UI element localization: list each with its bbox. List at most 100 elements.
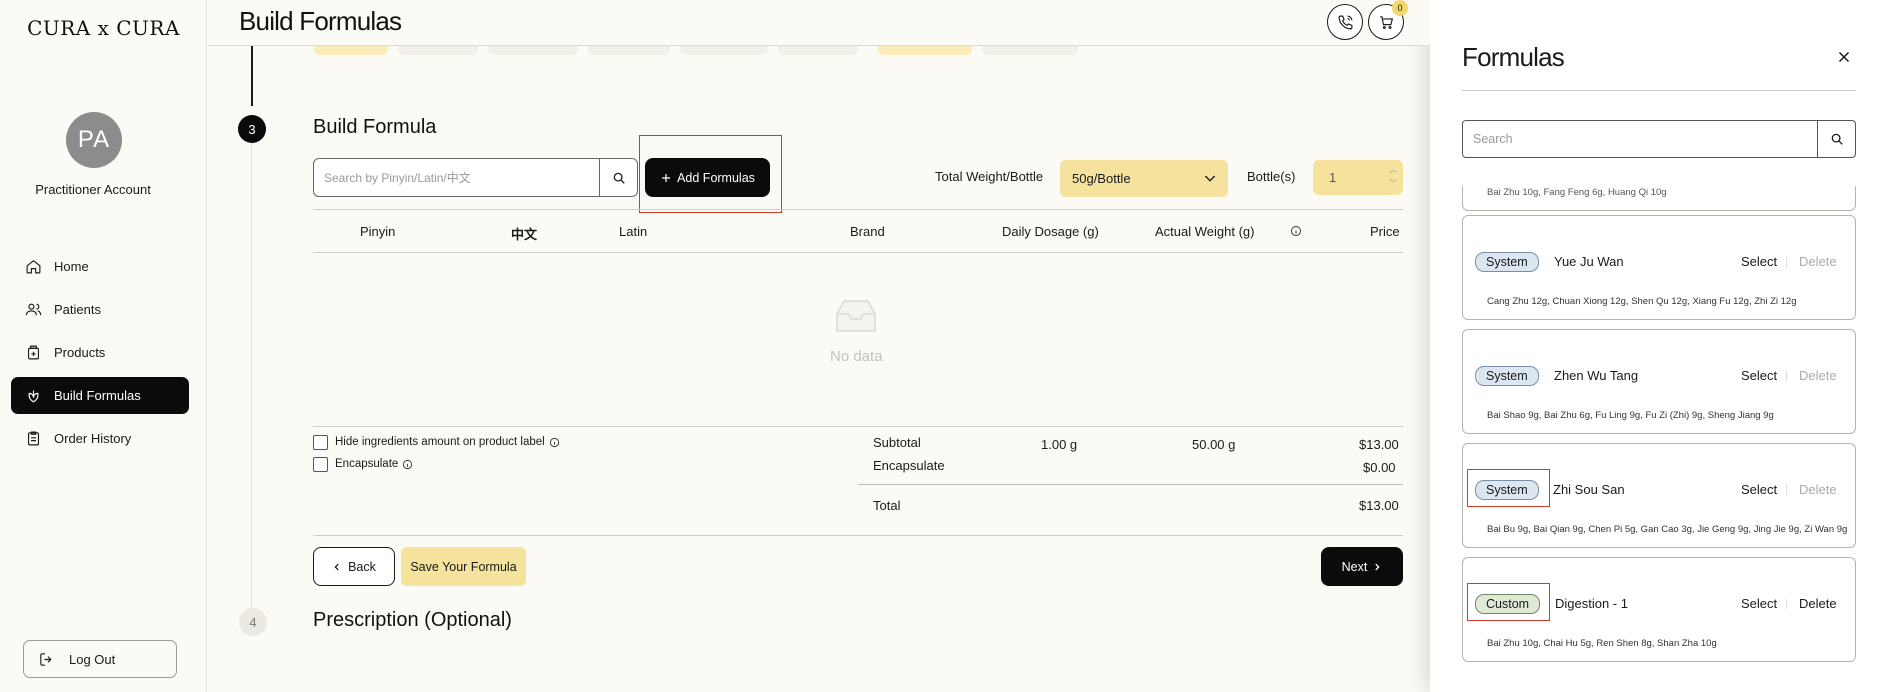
sidebar-item-label: Build Formulas: [54, 388, 141, 403]
avatar[interactable]: PA: [66, 112, 122, 168]
total-price: $13.00: [1359, 498, 1399, 513]
sidebar: CURA x CURA PA Practitioner Account Home…: [0, 0, 207, 692]
encapsulate-price: $0.00: [1363, 460, 1396, 475]
herb-search: [313, 158, 638, 197]
delete-button[interactable]: Delete: [1799, 254, 1837, 269]
close-icon[interactable]: [1835, 48, 1853, 66]
subtotal-dosage: 1.00 g: [1041, 437, 1078, 452]
formula-list[interactable]: Bai Zhu 10g, Fang Feng 6g, Huang Qi 10g …: [1462, 186, 1858, 666]
search-icon: [1831, 133, 1843, 145]
top-bar: Build Formulas 0: [208, 0, 1430, 46]
bottles-value: 1: [1329, 170, 1337, 185]
chevron-down-icon: [1204, 175, 1216, 182]
home-icon: [26, 260, 41, 274]
empty-inbox-icon: [836, 300, 876, 332]
delete-button[interactable]: Delete: [1799, 368, 1837, 383]
info-icon[interactable]: [549, 437, 560, 448]
add-formulas-label: Add Formulas: [677, 170, 755, 185]
encapsulate-checkbox[interactable]: [313, 456, 328, 472]
formula-search-button[interactable]: [1817, 121, 1855, 157]
prescription-section-title[interactable]: Prescription (Optional): [313, 609, 512, 632]
bottles-stepper[interactable]: 1 ︿ ﹀: [1313, 160, 1403, 195]
next-label: Next: [1341, 559, 1368, 574]
hide-ingredients-option: Hide ingredients amount on product label: [313, 434, 560, 450]
sidebar-item-label: Products: [54, 345, 106, 360]
select-button[interactable]: Select: [1741, 596, 1777, 611]
formula-search-input[interactable]: [1473, 121, 1813, 157]
main-content: Build Formulas 0 3 Build Formula Add For…: [208, 0, 1430, 692]
hide-ingredients-label: Hide ingredients amount on product label: [335, 436, 545, 448]
sidebar-item-build-formulas[interactable]: Build Formulas: [11, 377, 189, 414]
timeline-connector: [251, 142, 252, 612]
formula-type-badge: System: [1475, 252, 1539, 272]
back-label: Back: [348, 559, 376, 574]
info-icon[interactable]: [1290, 225, 1302, 237]
divider: [313, 535, 1403, 536]
sidebar-item-label: Home: [54, 259, 89, 274]
total-weight-label: Total Weight/Bottle: [935, 169, 1044, 184]
subtotal-label: Subtotal: [873, 435, 921, 450]
formula-card: Bai Zhu 10g, Fang Feng 6g, Huang Qi 10g: [1462, 186, 1856, 211]
formula-card: System Yue Ju Wan Select | Delete Cang Z…: [1462, 215, 1856, 320]
column-header: Actual Weight (g): [1155, 224, 1255, 239]
sidebar-item-order-history[interactable]: Order History: [11, 420, 189, 457]
separator: |: [1785, 368, 1789, 382]
formula-search: [1462, 120, 1856, 158]
formula-type-badge: Custom: [1475, 594, 1541, 614]
sidebar-item-patients[interactable]: Patients: [11, 291, 189, 328]
subtotal-weight: 50.00 g: [1192, 437, 1236, 452]
next-button[interactable]: Next: [1321, 547, 1403, 586]
save-formula-button[interactable]: Save Your Formula: [401, 547, 526, 586]
total-label: Total: [873, 498, 901, 513]
add-formulas-button[interactable]: Add Formulas: [645, 158, 770, 197]
phone-icon: [1338, 15, 1352, 29]
column-header: Daily Dosage (g): [1002, 224, 1099, 239]
herb-search-button[interactable]: [599, 159, 637, 196]
stepper-arrows[interactable]: ︿ ﹀: [1389, 163, 1397, 191]
logout-icon: [40, 652, 52, 666]
cart-button[interactable]: 0: [1368, 0, 1408, 40]
delete-button[interactable]: Delete: [1799, 482, 1837, 497]
delete-button[interactable]: Delete: [1799, 596, 1837, 611]
total-weight-value: 50g/Bottle: [1072, 171, 1131, 186]
formula-type-badge: System: [1475, 366, 1539, 386]
formula-ingredients: Bai Bu 9g, Bai Qian 9g, Chen Pi 5g, Gan …: [1487, 524, 1848, 535]
info-icon[interactable]: [402, 459, 413, 470]
column-header: 中文: [511, 227, 538, 242]
select-button[interactable]: Select: [1741, 368, 1777, 383]
divider: [313, 426, 1403, 427]
sidebar-item-label: Order History: [54, 431, 132, 446]
formula-ingredients: Cang Zhu 12g, Chuan Xiong 12g, Shen Qu 1…: [1487, 296, 1797, 307]
formula-ingredients: Bai Zhu 10g, Fang Feng 6g, Huang Qi 10g: [1487, 187, 1667, 198]
brand-logo[interactable]: CURA x CURA: [0, 16, 207, 40]
ingredients-table-header: Pinyin 中文 Latin Brand Daily Dosage (g) A…: [313, 209, 1403, 253]
herb-search-input[interactable]: [324, 159, 594, 196]
column-header: Latin: [619, 224, 648, 239]
back-button[interactable]: Back: [313, 547, 395, 586]
select-button[interactable]: Select: [1741, 482, 1777, 497]
users-icon: [25, 303, 42, 316]
logout-button[interactable]: Log Out: [23, 640, 177, 678]
separator: |: [1785, 596, 1789, 610]
cart-icon: [1379, 15, 1393, 29]
select-button[interactable]: Select: [1741, 254, 1777, 269]
sidebar-item-label: Patients: [54, 302, 101, 317]
sidebar-item-products[interactable]: Products: [11, 334, 189, 371]
column-header: Pinyin: [360, 224, 396, 239]
hide-ingredients-checkbox[interactable]: [313, 434, 328, 450]
encapsulate-label: Encapsulate: [335, 458, 399, 470]
account-name: Practitioner Account: [35, 182, 151, 197]
formula-card: System Zhi Sou San Select | Delete Bai B…: [1462, 443, 1856, 548]
phone-button[interactable]: [1327, 4, 1363, 40]
total-weight-select[interactable]: 50g/Bottle: [1060, 160, 1228, 197]
drawer-title: Formulas: [1462, 42, 1565, 72]
formula-card: System Zhen Wu Tang Select | Delete Bai …: [1462, 329, 1856, 434]
formula-ingredients: Bai Zhu 10g, Chai Hu 5g, Ren Shen 8g, Sh…: [1487, 638, 1717, 649]
formula-card: Custom Digestion - 1 Select | Delete Bai…: [1462, 557, 1856, 662]
sidebar-nav: Home Patients Products Build Formulas Or…: [11, 248, 189, 463]
formula-name: Zhen Wu Tang: [1554, 368, 1639, 383]
separator: |: [1785, 482, 1789, 496]
search-icon: [613, 172, 625, 184]
sidebar-item-home[interactable]: Home: [11, 248, 189, 285]
encapsulate-row-label: Encapsulate: [873, 458, 945, 473]
